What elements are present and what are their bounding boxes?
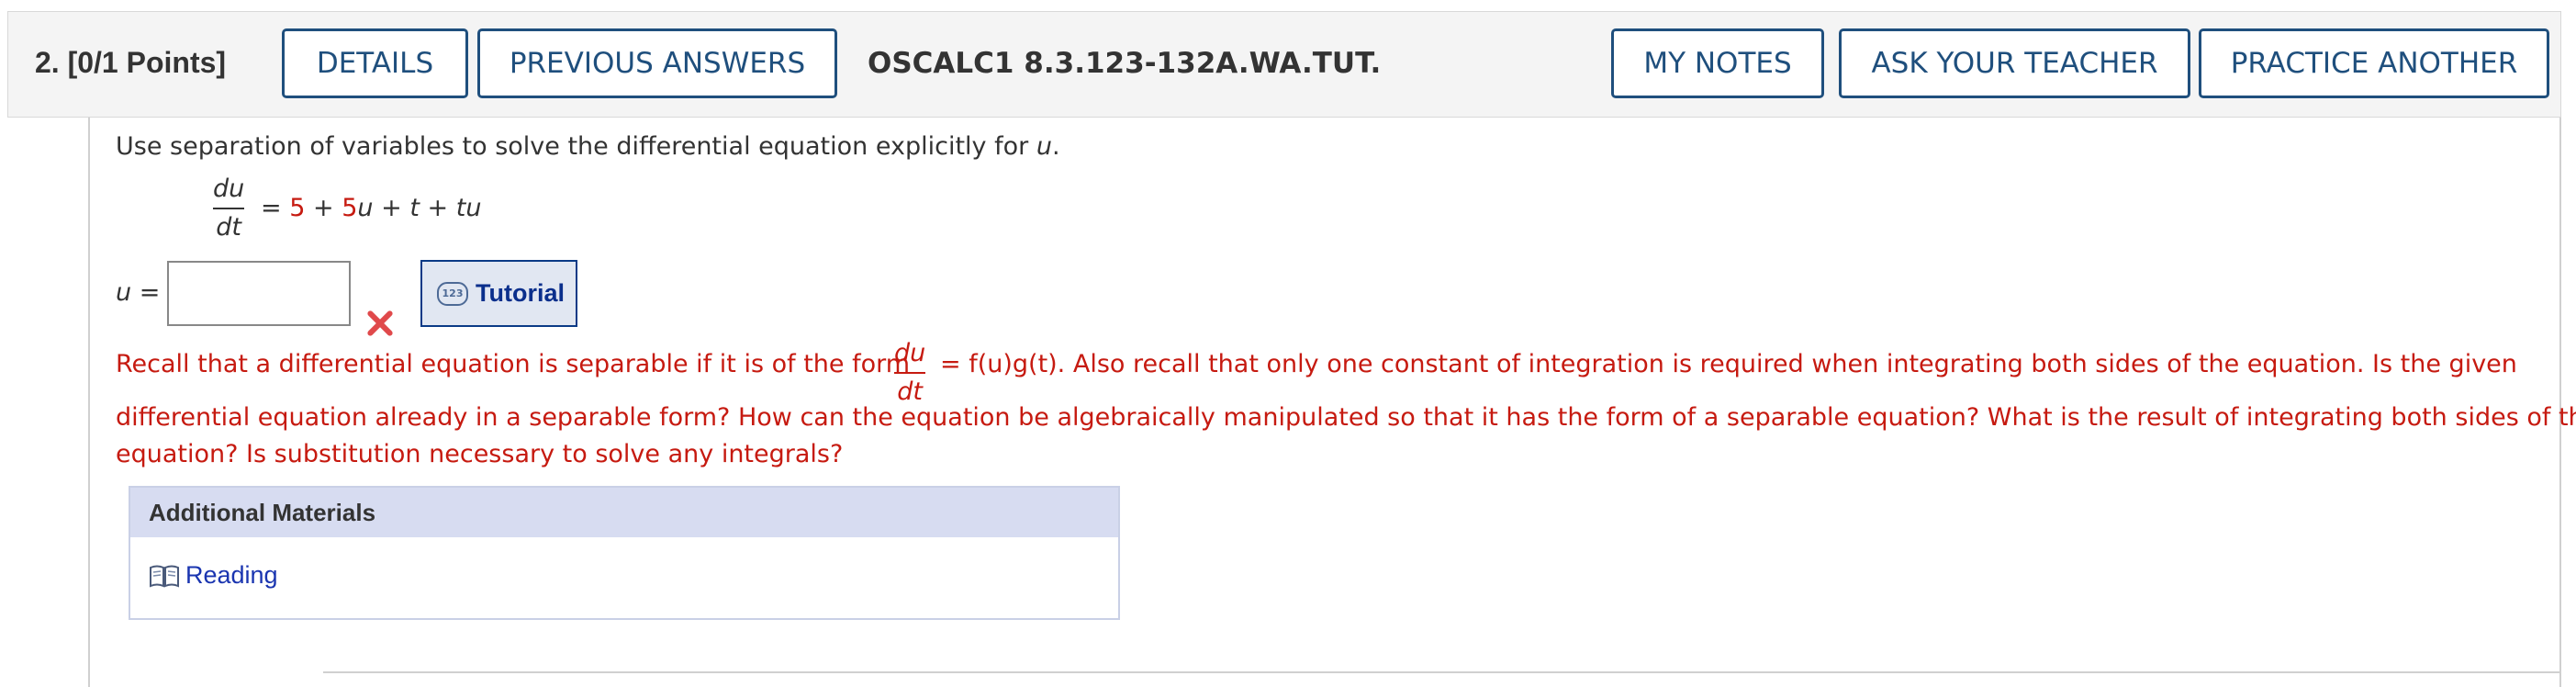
hint-line-1-end: = f(u)g(t). Also recall that only one co…: [940, 350, 2517, 378]
question-heading: 2. [0/1 Points]: [35, 45, 226, 80]
tutorial-button[interactable]: 123 Tutorial: [420, 260, 577, 327]
equation-coefficient: 5: [342, 194, 358, 222]
fraction-bar: [894, 372, 926, 375]
book-icon: [150, 565, 179, 588]
my-notes-button[interactable]: MY NOTES: [1611, 28, 1824, 98]
tutorial-icon: 123: [437, 281, 468, 306]
question-points: [0/1 Points]: [67, 46, 227, 79]
question-id: OSCALC1 8.3.123-132A.WA.TUT.: [868, 47, 1382, 80]
hint-fraction: du dt: [894, 339, 926, 407]
previous-answers-button[interactable]: PREVIOUS ANSWERS: [477, 28, 837, 98]
incorrect-icon: [364, 307, 397, 340]
fraction-bar: [213, 208, 245, 210]
reading-link[interactable]: Reading: [149, 561, 278, 590]
answer-input[interactable]: [167, 261, 351, 326]
additional-materials-panel: Additional Materials Reading: [129, 486, 1120, 620]
practice-another-button[interactable]: PRACTICE ANOTHER: [2199, 28, 2549, 98]
question-header: 2. [0/1 Points] DETAILS PREVIOUS ANSWERS…: [7, 11, 2561, 118]
equation-rhs: = 5 + 5u + t + tu: [261, 194, 482, 222]
details-button[interactable]: DETAILS: [282, 28, 468, 98]
reading-label[interactable]: Reading: [185, 561, 278, 590]
answer-label: u =: [116, 278, 161, 307]
question-prompt: Use separation of variables to solve the…: [116, 132, 1060, 161]
ask-your-teacher-button[interactable]: ASK YOUR TEACHER: [1839, 28, 2190, 98]
question-number: 2.: [35, 46, 60, 79]
additional-materials-title: Additional Materials: [130, 488, 1118, 537]
equation-constant: 5: [289, 194, 306, 222]
hint-line-2: differential equation already in a separ…: [116, 403, 2576, 432]
equation-fraction: du dt: [213, 175, 245, 242]
divider: [323, 671, 2561, 673]
tutorial-label: Tutorial: [476, 279, 565, 307]
hint-line-3: equation? Is substitution necessary to s…: [116, 440, 844, 468]
hint-line-1-start: Recall that a differential equation is s…: [116, 350, 911, 378]
